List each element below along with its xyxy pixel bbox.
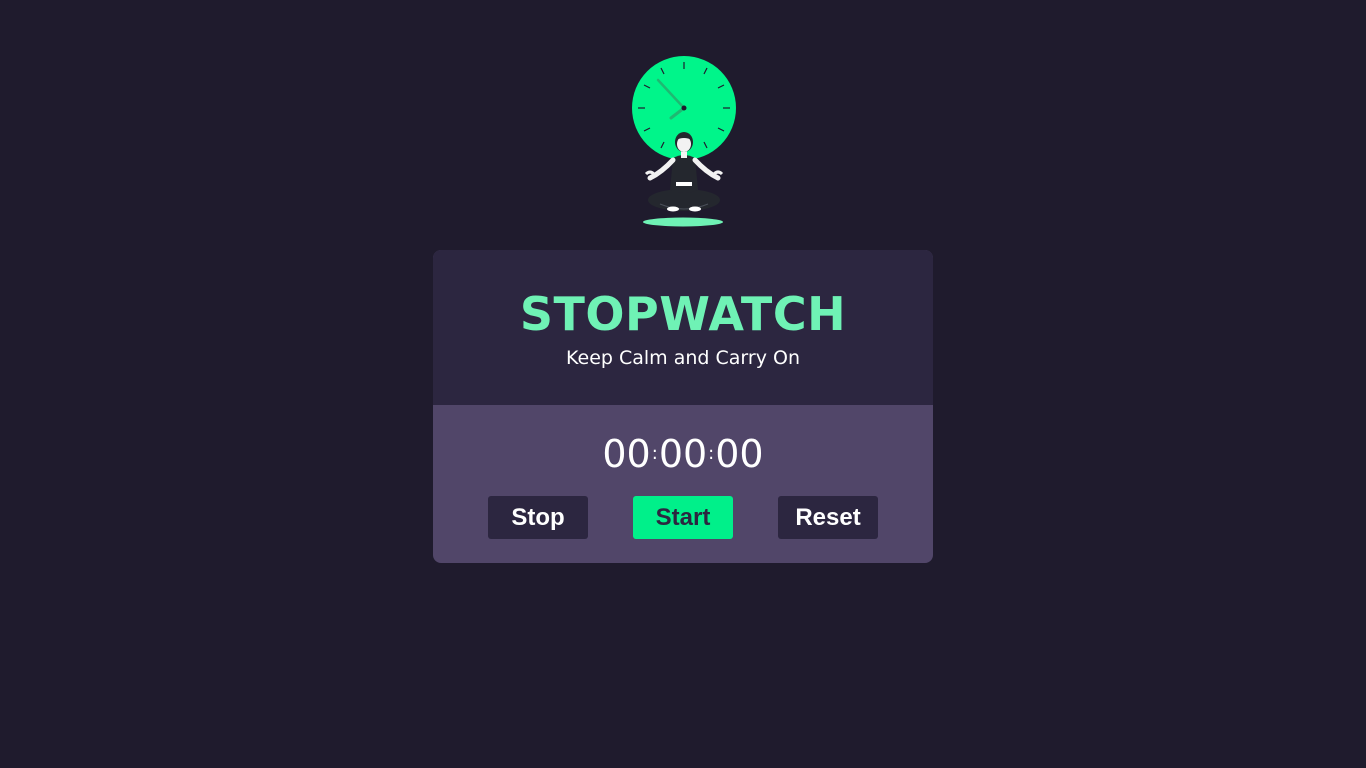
stop-button[interactable]: Stop xyxy=(488,496,588,539)
time-separator: : xyxy=(651,443,658,464)
start-button[interactable]: Start xyxy=(633,496,733,539)
seconds-value: 00 xyxy=(715,432,764,476)
card-header: STOPWATCH Keep Calm and Carry On xyxy=(433,250,933,405)
stopwatch-page: STOPWATCH Keep Calm and Carry On 00:00:0… xyxy=(0,0,1366,768)
controls: Stop Start Reset xyxy=(433,496,933,539)
time-display: 00:00:00 xyxy=(433,405,933,476)
time-separator: : xyxy=(708,443,715,464)
minutes-value: 00 xyxy=(658,432,708,476)
page-title: STOPWATCH xyxy=(519,287,847,341)
card-body: 00:00:00 Stop Start Reset xyxy=(433,405,933,563)
stopwatch-card: STOPWATCH Keep Calm and Carry On 00:00:0… xyxy=(433,250,933,563)
reset-button[interactable]: Reset xyxy=(778,496,878,539)
meditating-woman-with-clock-icon xyxy=(632,56,736,227)
page-subtitle: Keep Calm and Carry On xyxy=(566,347,800,369)
hours-value: 00 xyxy=(602,432,651,476)
